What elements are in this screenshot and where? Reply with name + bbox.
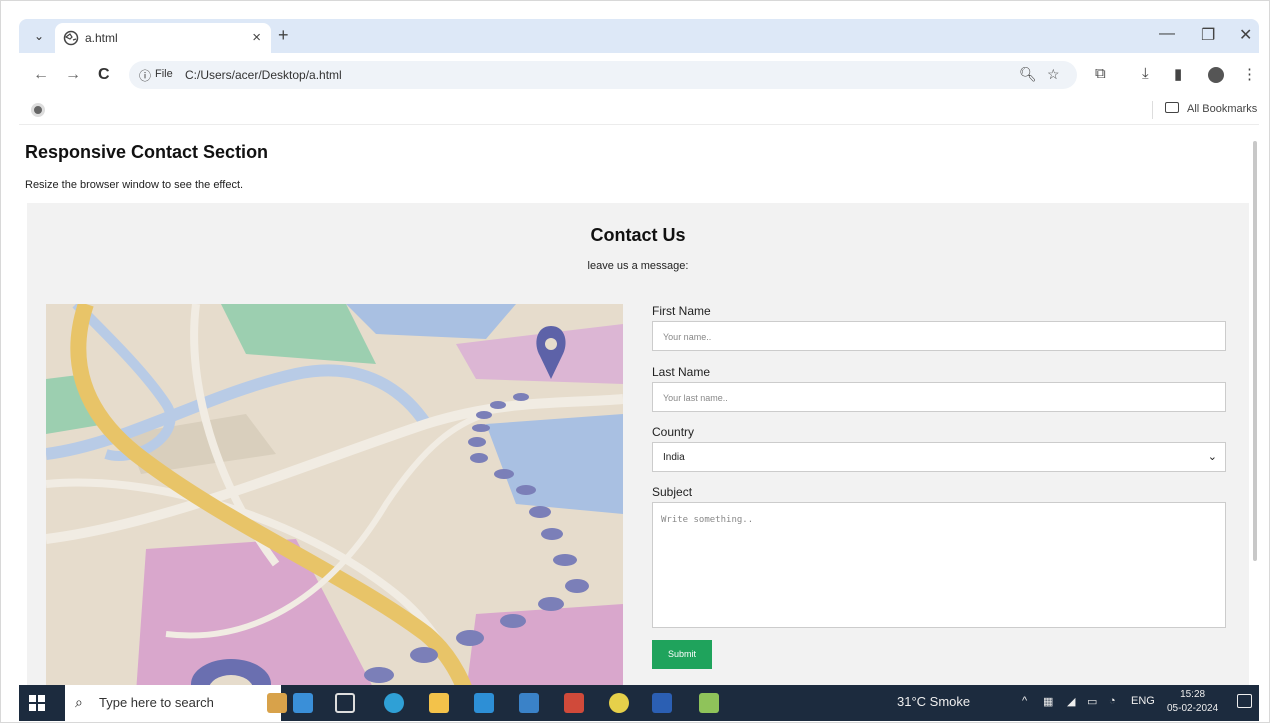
address-bar[interactable]: ⓘ File C:/Users/acer/Desktop/a.html 🔍︎ ☆	[129, 61, 1077, 89]
language-indicator[interactable]: ENG	[1131, 695, 1155, 707]
page-subtitle: Resize the browser window to see the eff…	[25, 179, 244, 191]
new-tab-button[interactable]: +	[278, 25, 289, 46]
contact-subheading: leave us a message:	[587, 260, 689, 272]
site-info-icon[interactable]: ⓘ	[139, 67, 151, 84]
weather-widget[interactable]: 31°C Smoke	[897, 694, 970, 709]
last-name-label: Last Name	[652, 365, 711, 379]
first-name-input[interactable]: Your name..	[652, 321, 1226, 351]
volume-icon[interactable]: ◔	[1109, 695, 1116, 707]
submit-button[interactable]: Submit	[652, 640, 712, 669]
network-icon[interactable]: ◢	[1067, 695, 1075, 708]
clock[interactable]: 15:28 05-02-2024	[1167, 688, 1218, 716]
bookmark-star-icon[interactable]: ☆	[1047, 66, 1060, 83]
tab-close-icon[interactable]: ×	[252, 29, 261, 46]
zoom-icon[interactable]: 🔍︎	[1019, 66, 1037, 83]
all-bookmarks-label[interactable]: All Bookmarks	[1187, 103, 1257, 115]
store-app-icon[interactable]	[519, 693, 539, 713]
more-menu-icon[interactable]: ⋮	[1242, 65, 1257, 83]
windows-start-icon[interactable]	[29, 695, 45, 711]
bookmarks-divider	[1152, 101, 1153, 119]
battery-icon[interactable]: ▭	[1087, 695, 1097, 708]
minimize-button[interactable]: —	[1159, 25, 1175, 43]
edge-browser-icon[interactable]	[384, 693, 404, 713]
tray-app-icon[interactable]: ▦	[1043, 695, 1053, 708]
mail-app-icon[interactable]	[474, 693, 494, 713]
pencil-app-icon[interactable]	[267, 693, 287, 713]
chrome-icon[interactable]	[609, 693, 629, 713]
url-text[interactable]: C:/Users/acer/Desktop/a.html	[185, 68, 342, 82]
search-icon: ⌕	[75, 694, 83, 710]
side-panel-icon[interactable]: ▮	[1174, 65, 1182, 83]
contact-section: Contact Us leave us a message: First Nam…	[27, 203, 1249, 685]
tray-chevron-icon[interactable]: ^	[1022, 695, 1027, 707]
page-scrollbar[interactable]	[1253, 141, 1257, 561]
country-label: Country	[652, 425, 695, 439]
people-app-icon[interactable]	[293, 693, 313, 713]
subject-label: Subject	[652, 485, 693, 499]
bookmark-favicon-icon[interactable]	[31, 103, 45, 117]
folder-icon[interactable]	[1165, 102, 1179, 113]
notification-icon[interactable]	[1237, 694, 1252, 708]
tab-search-chevron-icon[interactable]: ⌄	[29, 26, 49, 46]
task-view-icon[interactable]	[335, 693, 355, 713]
notepad-app-icon[interactable]	[699, 693, 719, 713]
country-selected-value: India	[663, 452, 685, 463]
browser-window: ⌄ a.html × + — ❐ ✕ ← → C ⓘ File C:/Users…	[0, 0, 1270, 723]
download-icon[interactable]: ⤓	[1142, 65, 1149, 82]
last-name-input[interactable]: Your last name..	[652, 382, 1226, 412]
close-window-button[interactable]: ✕	[1239, 25, 1252, 45]
contact-heading: Contact Us	[590, 225, 686, 245]
extensions-icon[interactable]: ⧉	[1095, 65, 1106, 82]
chevron-down-icon: ⌄	[1207, 451, 1217, 463]
taskbar-search-placeholder: Type here to search	[99, 695, 214, 710]
clock-time: 15:28	[1180, 689, 1206, 700]
media-app-icon[interactable]	[564, 693, 584, 713]
page-content: Responsive Contact Section Resize the br…	[19, 125, 1251, 685]
tab-title: a.html	[85, 31, 118, 45]
taskbar-search-box[interactable]: ⌕ Type here to search	[65, 685, 281, 721]
forward-arrow-icon[interactable]: →	[65, 66, 81, 84]
first-name-label: First Name	[652, 304, 711, 318]
back-arrow-icon[interactable]: ←	[33, 66, 49, 84]
country-select[interactable]: India ⌄	[652, 442, 1226, 472]
clock-date: 05-02-2024	[1167, 703, 1219, 714]
tab-a-html[interactable]: a.html ×	[55, 23, 271, 53]
profile-avatar[interactable]	[1208, 67, 1224, 83]
map-illustration	[46, 304, 623, 685]
restore-button[interactable]: ❐	[1201, 25, 1215, 45]
file-explorer-icon[interactable]	[429, 693, 449, 713]
subject-textarea[interactable]: Write something..	[652, 502, 1226, 628]
reload-icon[interactable]: C	[98, 66, 110, 84]
bookmarks-bar: All Bookmarks	[19, 97, 1259, 125]
word-app-icon[interactable]	[652, 693, 672, 713]
page-title: Responsive Contact Section	[25, 142, 269, 162]
url-scheme-label: File	[155, 68, 173, 80]
windows-taskbar: ⌕ Type here to search 31°C Smoke ^ ▦ ◢ ▭…	[19, 685, 1259, 721]
globe-icon	[63, 30, 79, 46]
